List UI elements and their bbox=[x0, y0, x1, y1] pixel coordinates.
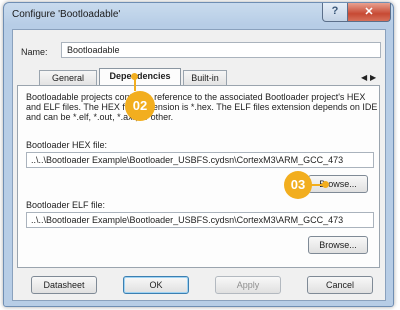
tab-general[interactable]: General bbox=[39, 70, 97, 85]
help-icon: ? bbox=[331, 5, 339, 17]
name-label: Name: bbox=[21, 47, 48, 57]
tab-built-in[interactable]: Built-in bbox=[183, 70, 227, 85]
close-icon: ✕ bbox=[364, 6, 374, 18]
callout-03-badge: 03 bbox=[284, 171, 312, 199]
window-title: Configure 'Bootloadable' bbox=[12, 9, 121, 20]
tab-scroll-right-icon[interactable]: ▶ bbox=[370, 73, 376, 82]
datasheet-button[interactable]: Datasheet bbox=[31, 276, 97, 294]
tab-dependencies[interactable]: Dependencies bbox=[99, 68, 181, 86]
configure-dialog: Configure 'Bootloadable' ? ✕ Name: Bootl… bbox=[3, 2, 394, 307]
ok-button[interactable]: OK bbox=[123, 276, 189, 294]
elf-file-path-field[interactable]: ..\..\Bootloader Example\Bootloader_USBF… bbox=[26, 212, 374, 228]
name-field[interactable]: Bootloadable bbox=[61, 42, 381, 58]
callout-03-pointer-dot bbox=[322, 181, 329, 188]
help-button[interactable]: ? bbox=[322, 3, 348, 22]
hex-file-path-field[interactable]: ..\..\Bootloader Example\Bootloader_USBF… bbox=[26, 152, 374, 168]
dependencies-panel: Bootloadable projects contain a referenc… bbox=[17, 85, 380, 268]
elf-browse-button[interactable]: Browse... bbox=[308, 236, 368, 254]
hex-file-label: Bootloader HEX file: bbox=[26, 140, 108, 150]
apply-button[interactable]: Apply bbox=[215, 276, 281, 294]
description-text: Bootloadable projects contain a referenc… bbox=[26, 92, 378, 122]
callout-02-badge: 02 bbox=[125, 91, 155, 121]
callout-02-leader-line bbox=[134, 78, 136, 91]
elf-file-label: Bootloader ELF file: bbox=[26, 200, 106, 210]
tab-scroll-left-icon[interactable]: ◀ bbox=[361, 73, 367, 82]
cancel-button[interactable]: Cancel bbox=[307, 276, 373, 294]
dialog-client-area: Name: Bootloadable General Built-in Depe… bbox=[12, 29, 386, 301]
close-button[interactable]: ✕ bbox=[347, 3, 391, 22]
